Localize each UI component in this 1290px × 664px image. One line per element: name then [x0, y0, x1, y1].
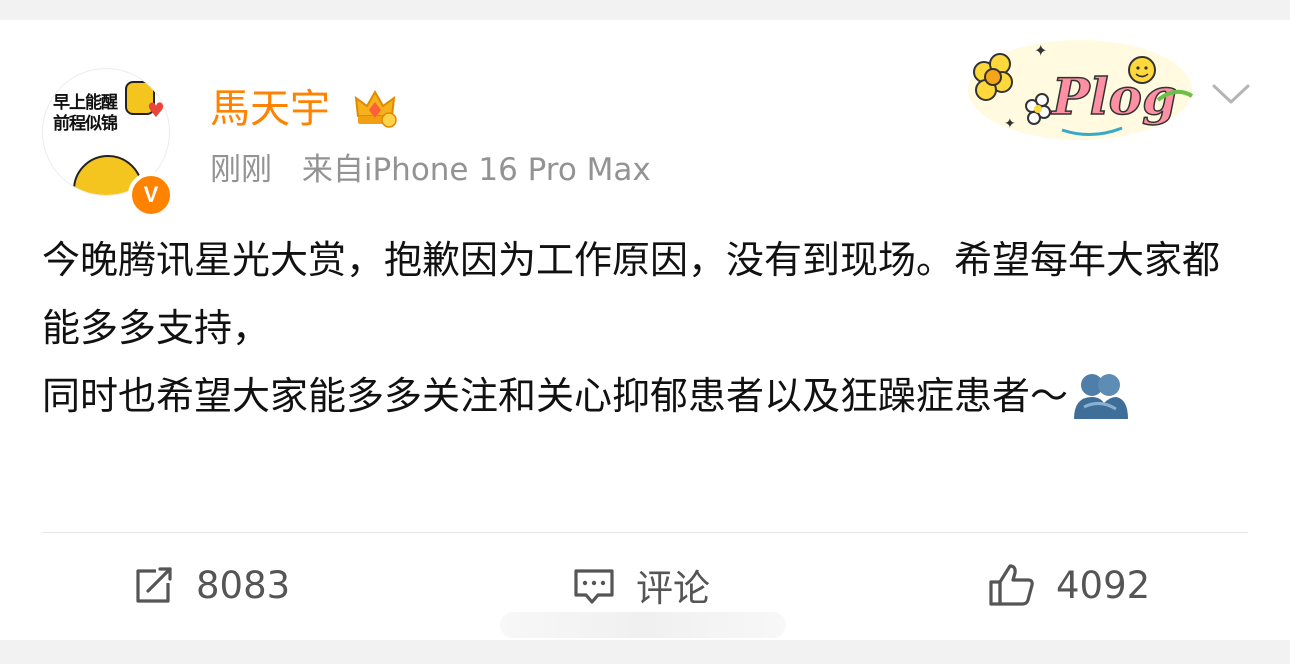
plog-label: Plog — [1050, 67, 1177, 126]
weibo-post-card: ♥ 早上能醒 前程似锦 V 馬天宇 刚刚 来自iPhone 16 Pro Max — [0, 20, 1290, 640]
comment-label: 评论 — [636, 567, 710, 610]
post-source[interactable]: 来自iPhone 16 Pro Max — [302, 152, 651, 188]
post-paragraph-1: 今晚腾讯星光大赏，抱歉因为工作原因，没有到现场。希望每年大家都能多多支持， — [42, 238, 1221, 350]
post-meta: 刚刚 来自iPhone 16 Pro Max — [210, 150, 651, 190]
heart-icon: ♥ — [147, 98, 165, 122]
avatar-text-line-2: 前程似锦 — [53, 114, 118, 134]
chevron-down-icon[interactable] — [1210, 78, 1252, 108]
hug-emoji-icon — [1074, 374, 1129, 419]
post-content: 今晚腾讯星光大赏，抱歉因为工作原因，没有到现场。希望每年大家都能多多支持， 同时… — [42, 226, 1242, 430]
like-button[interactable]: 4092 — [988, 560, 1150, 610]
verified-badge-icon: V — [128, 172, 174, 218]
post-paragraph-2: 同时也希望大家能多多关注和关心抑郁患者以及狂躁症患者～ — [42, 362, 1242, 430]
thumbs-up-icon — [989, 564, 1034, 606]
repost-count: 8083 — [196, 563, 291, 607]
watermark — [500, 612, 786, 638]
author-name[interactable]: 馬天宇 — [210, 84, 330, 134]
svg-text:✦: ✦ — [1034, 41, 1047, 60]
svg-text:✦: ✦ — [1004, 116, 1016, 132]
comment-button[interactable]: 评论 — [572, 560, 710, 610]
repost-button[interactable]: 8083 — [132, 560, 290, 610]
post-paragraph-2-text: 同时也希望大家能多多关注和关心抑郁患者以及狂躁症患者～ — [42, 374, 1069, 418]
like-count: 4092 — [1056, 563, 1151, 607]
repost-icon — [136, 567, 172, 603]
crown-badge-icon — [354, 89, 397, 128]
plog-sticker: ✦ ✦ Plog — [968, 40, 1194, 140]
avatar-text-line-1: 早上能醒 — [53, 93, 118, 113]
footer-divider — [42, 532, 1248, 533]
avatar-text: 早上能醒 前程似锦 — [53, 93, 133, 135]
comment-icon — [574, 569, 614, 604]
post-time: 刚刚 — [210, 152, 272, 188]
